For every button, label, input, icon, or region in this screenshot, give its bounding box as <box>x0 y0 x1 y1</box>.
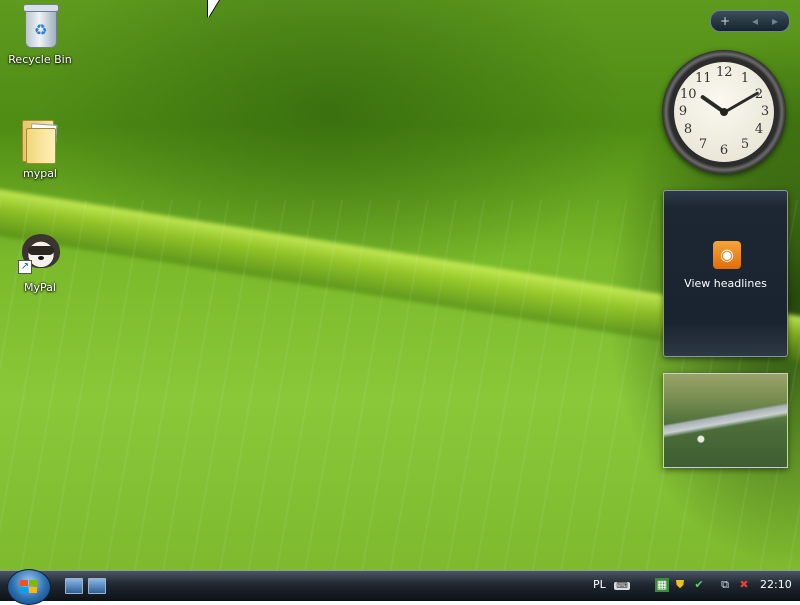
switch-windows-icon[interactable] <box>88 578 106 594</box>
clock-number: 4 <box>754 122 764 137</box>
clock-number: 12 <box>716 65 733 80</box>
clock-hub <box>720 108 728 116</box>
mouse-cursor-icon <box>208 0 219 18</box>
security-shield-icon[interactable]: ⛊ <box>673 578 687 592</box>
clock-number: 11 <box>695 71 712 86</box>
rss-icon: ◉ <box>713 241 741 269</box>
clock-number: 1 <box>740 71 750 86</box>
clock-face: 12 1 2 3 4 5 6 7 8 9 10 11 <box>674 62 774 162</box>
keyboard-icon[interactable]: ⌨ <box>614 582 630 590</box>
desktop-icon-label: mypal <box>22 167 57 180</box>
clock-minute-hand <box>723 90 760 114</box>
sidebar-prev-button[interactable]: ◂ <box>745 11 765 31</box>
clock-number: 9 <box>678 104 688 119</box>
windows-logo-icon <box>20 580 38 594</box>
taskbar-clock[interactable]: 22:10 <box>760 578 792 591</box>
mypal-raccoon-icon: ↗ <box>16 230 64 278</box>
clock-gadget[interactable]: 12 1 2 3 4 5 6 7 8 9 10 11 <box>662 50 786 174</box>
clock-number: 5 <box>740 137 750 152</box>
language-indicator[interactable]: PL <box>593 578 606 591</box>
taskbar: PL ⌨ ▦ ⛊ ✔ ⧉ ✖ 22:10 <box>0 569 800 605</box>
desktop-icon-mypal-shortcut[interactable]: ↗ MyPal <box>2 230 78 294</box>
volume-muted-icon[interactable]: ✖ <box>737 578 751 592</box>
clock-number: 6 <box>719 143 729 158</box>
show-desktop-icon[interactable] <box>65 578 83 594</box>
folder-icon <box>16 116 64 164</box>
feed-headlines-gadget[interactable]: ◉ View headlines <box>663 190 788 357</box>
sidebar-controls: + ◂ ▸ <box>710 10 790 32</box>
clock-number: 7 <box>698 137 708 152</box>
view-headlines-label[interactable]: View headlines <box>664 277 787 290</box>
desktop-icon-label: MyPal <box>24 281 56 294</box>
desktop-icon-mypal-folder[interactable]: mypal <box>2 116 78 180</box>
recycle-bin-icon <box>16 2 64 50</box>
desktop-icon-label: Recycle Bin <box>8 53 72 66</box>
shortcut-arrow-icon: ↗ <box>18 260 32 274</box>
slideshow-gadget[interactable] <box>663 373 788 468</box>
network-icon[interactable]: ▦ <box>655 578 669 592</box>
check-icon[interactable]: ✔ <box>692 578 706 592</box>
clock-number: 10 <box>680 87 697 102</box>
desktop-wallpaper[interactable]: Recycle Bin mypal ↗ MyPal + ◂ ▸ 12 1 2 3… <box>0 0 800 570</box>
sidebar-next-button[interactable]: ▸ <box>765 11 785 31</box>
clock-number: 3 <box>760 104 770 119</box>
network-connections-icon[interactable]: ⧉ <box>718 578 732 592</box>
desktop-icon-recycle-bin[interactable]: Recycle Bin <box>2 2 78 66</box>
add-gadget-button[interactable]: + <box>715 11 735 31</box>
clock-number: 8 <box>683 122 693 137</box>
